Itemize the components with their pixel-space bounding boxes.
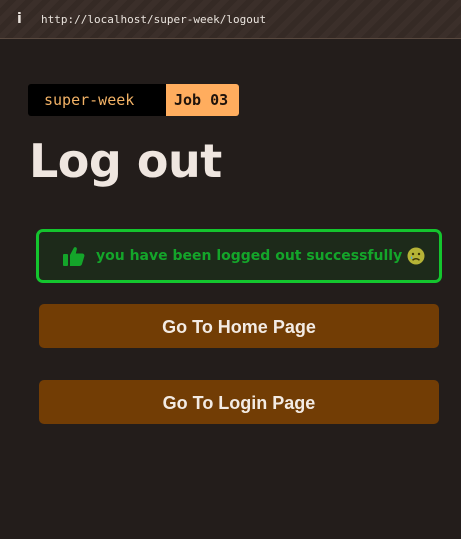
success-alert: you have been logged out successfully [36,229,442,283]
page-title: Log out [29,134,222,188]
thumbs-up-icon [63,246,85,266]
browser-address-bar[interactable]: i http://localhost/super-week/logout [0,0,461,39]
app-name-label: super-week [28,84,166,116]
job-label: Job 03 [166,84,239,116]
info-icon[interactable]: i [17,11,22,27]
alert-message: you have been logged out successfully [96,248,403,264]
url-text[interactable]: http://localhost/super-week/logout [41,13,266,26]
sad-face-icon [407,247,425,265]
go-to-home-button[interactable]: Go To Home Page [39,304,439,348]
go-to-login-button[interactable]: Go To Login Page [39,380,439,424]
project-badge: super-week Job 03 [28,84,239,116]
